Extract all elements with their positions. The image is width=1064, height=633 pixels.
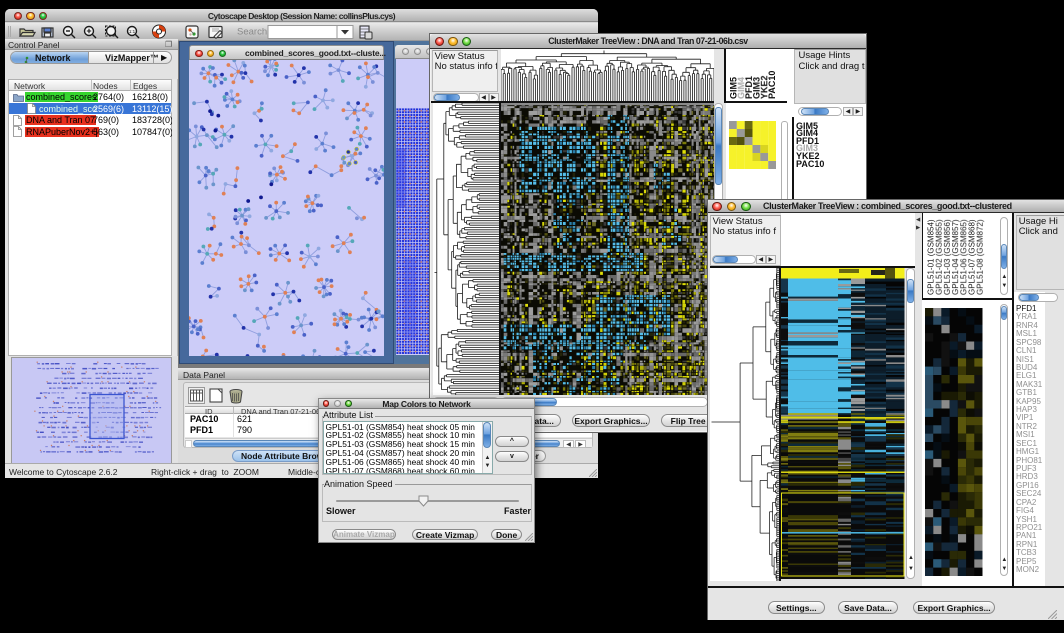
svg-text:Search:: Search: bbox=[237, 27, 270, 38]
svg-text:GPL51-08 (GSM872): GPL51-08 (GSM872) bbox=[975, 219, 984, 295]
svg-text:1:1: 1:1 bbox=[129, 29, 136, 34]
svg-text:PAC10: PAC10 bbox=[767, 71, 777, 99]
